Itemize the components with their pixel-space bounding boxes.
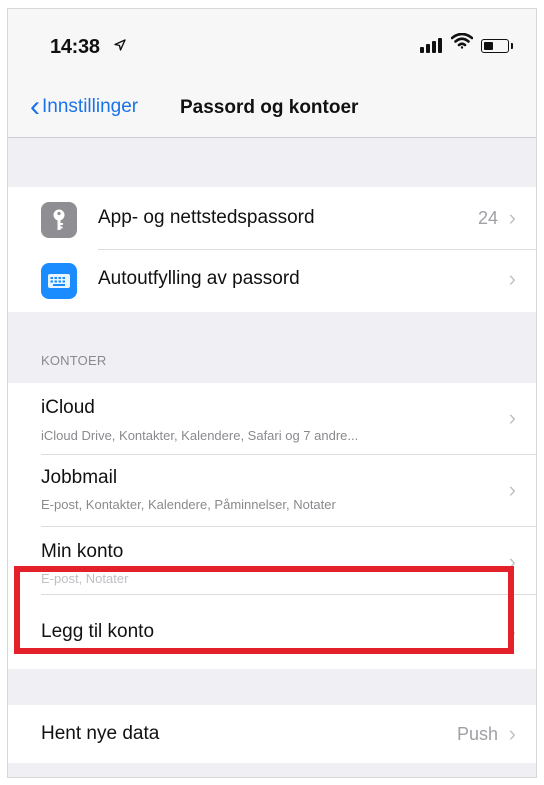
section-header-accounts: KONTOER	[41, 353, 107, 368]
passwords-group: App- og nettstedspassord 24 › Autoutfyll…	[8, 187, 536, 312]
key-icon	[41, 202, 77, 238]
chevron-right-icon: ›	[508, 266, 516, 291]
add-account-button[interactable]: Legg til konto ›	[8, 595, 536, 669]
account-detail: E-post, Kontakter, Kalendere, Påminnelse…	[41, 497, 336, 512]
fetch-group: Hent nye data Push ›	[8, 705, 536, 763]
password-count: 24	[477, 208, 498, 228]
page-title: Passord og kontoer	[180, 97, 359, 118]
row-label: App- og nettstedspassord	[98, 207, 315, 228]
account-name: iCloud	[41, 397, 95, 418]
phone-screen: 14:38 ‹ Innstillinger Passord og kontoer	[7, 8, 537, 778]
row-app-website-passwords[interactable]: App- og nettstedspassord 24 ›	[8, 187, 536, 250]
battery-icon	[481, 39, 513, 53]
status-bar: 14:38	[8, 9, 536, 81]
chevron-right-icon: ›	[508, 405, 516, 430]
fetch-value: Push	[456, 724, 498, 744]
chevron-right-icon: ›	[508, 477, 516, 502]
chevron-right-icon: ›	[508, 205, 516, 230]
keyboard-icon	[41, 263, 77, 299]
account-name: Min konto	[41, 541, 124, 562]
account-detail: E-post, Notater	[41, 571, 129, 586]
location-arrow-icon	[114, 38, 126, 55]
row-label: Autoutfylling av passord	[98, 268, 300, 289]
back-button[interactable]: ‹ Innstillinger	[30, 90, 139, 123]
fetch-new-data-row[interactable]: Hent nye data Push ›	[8, 705, 536, 763]
account-row-icloud[interactable]: iCloud iCloud Drive, Kontakter, Kalender…	[8, 383, 536, 455]
status-time: 14:38	[50, 36, 100, 58]
navigation-bar: ‹ Innstillinger Passord og kontoer	[8, 81, 536, 138]
fetch-label: Hent nye data	[41, 723, 160, 744]
add-account-label: Legg til konto	[41, 621, 155, 642]
accounts-group: iCloud iCloud Drive, Kontakter, Kalender…	[8, 383, 536, 669]
chevron-left-icon: ‹	[30, 90, 40, 123]
account-row-min-konto[interactable]: Min konto E-post, Notater ›	[8, 527, 536, 595]
account-name: Jobbmail	[41, 467, 118, 488]
account-detail: iCloud Drive, Kontakter, Kalendere, Safa…	[41, 428, 359, 443]
row-autofill-passwords[interactable]: Autoutfylling av passord ›	[8, 250, 536, 312]
wifi-icon	[450, 32, 474, 55]
signal-bars-icon	[420, 35, 442, 53]
chevron-right-icon: ›	[508, 549, 516, 574]
chevron-right-icon: ›	[508, 619, 516, 644]
account-row-jobbmail[interactable]: Jobbmail E-post, Kontakter, Kalendere, P…	[8, 455, 536, 527]
chevron-right-icon: ›	[508, 721, 516, 746]
back-button-label: Innstillinger	[42, 96, 139, 117]
